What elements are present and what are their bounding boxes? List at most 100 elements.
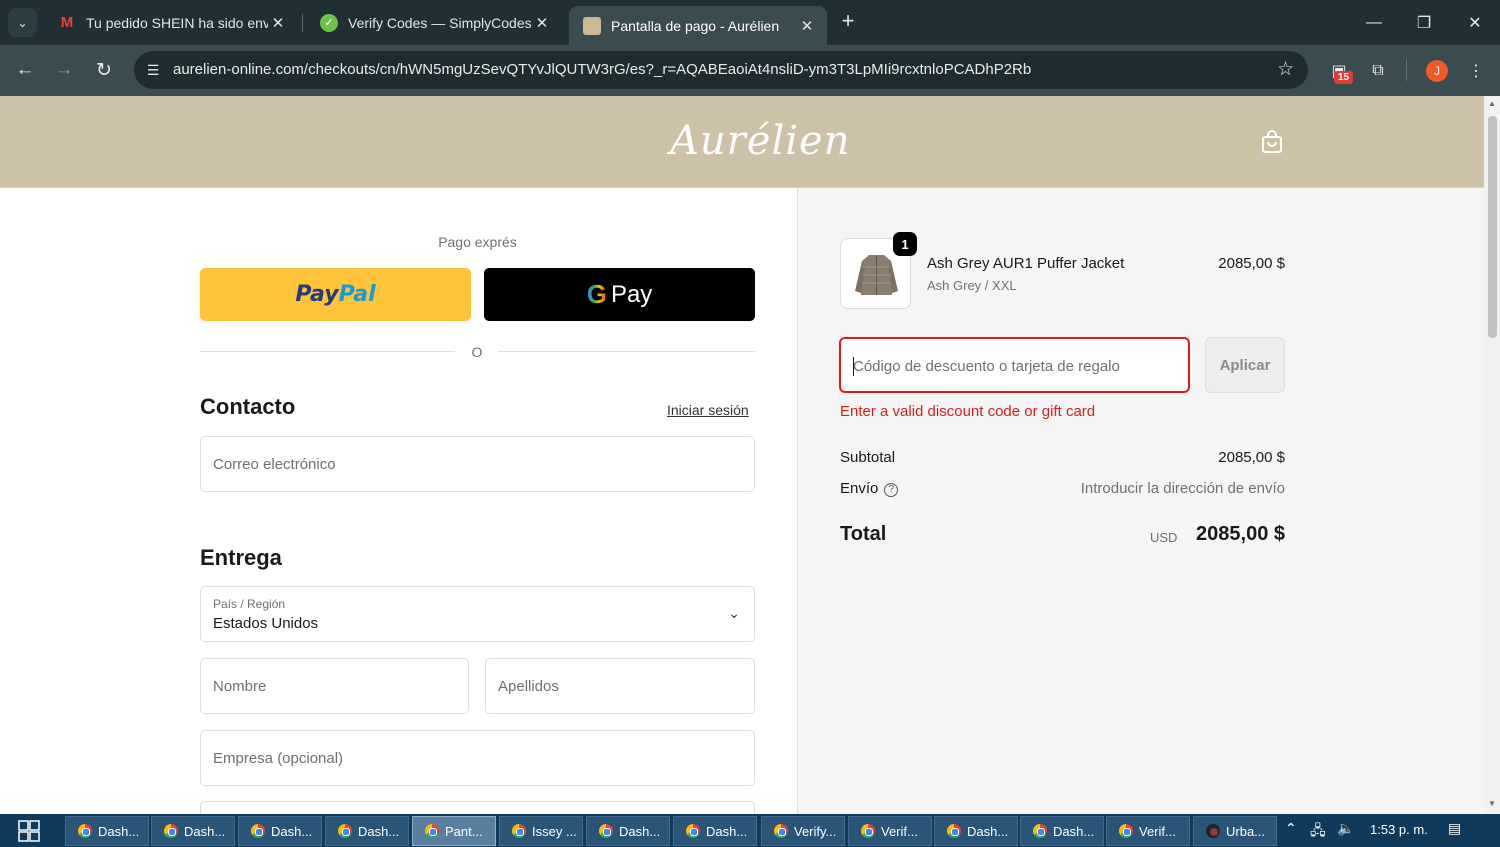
taskbar-item-label: Verif... (881, 823, 918, 839)
address-field[interactable] (200, 801, 755, 814)
store-logo[interactable]: Aurélien (670, 118, 850, 164)
tab-title: Pantalla de pago - Aurélien (611, 17, 780, 34)
chrome-icon (947, 824, 961, 838)
toolbar-separator (1406, 59, 1407, 81)
tab-search-button[interactable]: ⌄ (8, 8, 37, 37)
volume-icon[interactable]: 🔈 (1337, 820, 1354, 837)
taskbar-item[interactable]: Dash... (151, 816, 235, 846)
close-tab-icon[interactable]: ✕ (797, 16, 817, 36)
help-circle-icon[interactable]: ? (884, 483, 899, 497)
new-tab-button[interactable]: + (836, 10, 860, 34)
chrome-icon (512, 824, 526, 838)
email-placeholder: Correo electrónico (213, 456, 336, 473)
forward-button[interactable]: → (51, 57, 77, 83)
last-name-placeholder: Apellidos (498, 678, 559, 695)
taskbar-item[interactable]: Dash... (934, 816, 1018, 846)
close-tab-icon[interactable]: ✕ (268, 13, 288, 33)
chrome-icon (1033, 824, 1047, 838)
taskbar-item-label: Issey ... (532, 823, 577, 839)
taskbar-item[interactable]: Dash... (673, 816, 757, 846)
reload-button[interactable]: ↻ (91, 57, 117, 83)
aurelien-icon (583, 16, 601, 35)
clock[interactable]: 1:53 p. m. (1370, 822, 1428, 837)
divider-or: O (471, 344, 483, 360)
scrollbar-thumb[interactable] (1488, 116, 1497, 338)
tab-separator (302, 14, 303, 32)
tab-simplycodes[interactable]: ✓ Verify Codes — SimplyCodes ✕ (306, 6, 562, 39)
close-window-button[interactable]: ✕ (1450, 0, 1500, 45)
company-placeholder: Empresa (opcional) (213, 750, 344, 767)
subtotal-value: 2085,00 $ (1218, 449, 1285, 466)
paypal-button[interactable]: Pay Pal (200, 268, 471, 321)
country-label: País / Región (213, 597, 286, 611)
country-select[interactable]: País / Región Estados Unidos ⌄ (200, 586, 755, 642)
chrome-icon (164, 824, 178, 838)
taskbar-item[interactable]: Verif... (848, 816, 932, 846)
discount-code-input[interactable]: Código de descuento o tarjeta de regalo (839, 337, 1190, 393)
taskbar-item[interactable]: Issey ... (499, 816, 583, 846)
start-grid-icon[interactable] (18, 820, 40, 842)
taskbar-item[interactable]: Pant... (412, 816, 496, 846)
tray-chevron-up-icon[interactable]: ⌃ (1285, 820, 1297, 837)
shopping-bag-icon[interactable] (1260, 130, 1284, 154)
network-icon[interactable]: 🖧 (1310, 820, 1326, 844)
quantity-badge: 1 (893, 232, 917, 256)
taskbar-item-label: Pant... (445, 823, 483, 839)
taskbar-item[interactable]: Dash... (586, 816, 670, 846)
contact-heading: Contacto (200, 394, 296, 419)
last-name-field[interactable]: Apellidos (485, 658, 755, 714)
taskbar-item[interactable]: Dash... (1020, 816, 1104, 846)
taskbar-item-label: Urba... (1226, 823, 1266, 839)
email-field[interactable]: Correo electrónico (200, 436, 755, 492)
product-variant: Ash Grey / XXL (927, 278, 1017, 293)
taskbar-item-label: Verif... (1139, 823, 1176, 839)
minimize-button[interactable]: — (1349, 0, 1399, 45)
back-button[interactable]: ← (12, 57, 38, 83)
google-pay-button[interactable]: G Pay (484, 268, 755, 321)
taskbar-item-label: Dash... (184, 823, 226, 839)
chevron-down-icon: ⌄ (728, 605, 740, 621)
chrome-icon (599, 824, 613, 838)
shipping-label-text: Envío (840, 480, 879, 497)
menu-kebab-icon[interactable]: ⋮ (1463, 58, 1489, 84)
taskbar-item-label: Dash... (967, 823, 1009, 839)
taskbar-item-label: Dash... (619, 823, 661, 839)
close-tab-icon[interactable]: ✕ (532, 13, 552, 33)
taskbar-item-label: Verify... (794, 823, 837, 839)
bookmark-star-icon[interactable]: ☆ (1277, 58, 1294, 81)
delivery-heading: Entrega (200, 545, 282, 570)
taskbar-item[interactable]: Dash... (238, 816, 322, 846)
apply-discount-button[interactable]: Aplicar (1205, 337, 1285, 393)
tab-aurelien-checkout[interactable]: Pantalla de pago - Aurélien ✕ (569, 6, 827, 45)
scroll-up-arrow[interactable]: ▲ (1486, 99, 1498, 111)
extensions-puzzle-icon[interactable]: ⧉ (1365, 58, 1391, 84)
site-info-icon[interactable]: ☰ (142, 59, 164, 81)
total-value: 2085,00 $ (1196, 523, 1285, 545)
taskbar-item[interactable]: Verif... (1106, 816, 1190, 846)
company-field[interactable]: Empresa (opcional) (200, 730, 755, 786)
login-link[interactable]: Iniciar sesión (667, 402, 749, 418)
tab-gmail[interactable]: M Tu pedido SHEIN ha sido enviado ✕ (44, 6, 298, 39)
total-currency: USD (1150, 530, 1178, 545)
taskbar-item[interactable]: Verify... (761, 816, 845, 846)
taskbar-item-label: Dash... (1053, 823, 1095, 839)
url-text[interactable]: aurelien-online.com/checkouts/cn/hWN5mgU… (173, 61, 1031, 78)
taskbar-item[interactable]: Urba... (1193, 816, 1277, 846)
extension-badge: 15 (1334, 71, 1353, 84)
address-bar[interactable]: ☰ aurelien-online.com/checkouts/cn/hWN5m… (134, 51, 1308, 89)
taskbar-item-label: Dash... (706, 823, 748, 839)
notifications-icon[interactable]: ▤ (1448, 820, 1461, 837)
taskbar-item[interactable]: Dash... (325, 816, 409, 846)
first-name-field[interactable]: Nombre (200, 658, 469, 714)
profile-avatar[interactable]: J (1426, 60, 1448, 82)
shipping-label: Envío? (840, 480, 899, 497)
restore-button[interactable]: ❐ (1399, 0, 1449, 45)
express-checkout-label: Pago exprés (438, 234, 517, 250)
discount-error-message: Enter a valid discount code or gift card (840, 403, 1096, 420)
country-value: Estados Unidos (213, 615, 319, 632)
taskbar-item-label: Dash... (98, 823, 140, 839)
google-g-icon: G (586, 279, 607, 309)
taskbar-item[interactable]: Dash... (65, 816, 149, 846)
taskbar-item-label: Dash... (358, 823, 400, 839)
scroll-down-arrow[interactable]: ▼ (1486, 799, 1498, 811)
